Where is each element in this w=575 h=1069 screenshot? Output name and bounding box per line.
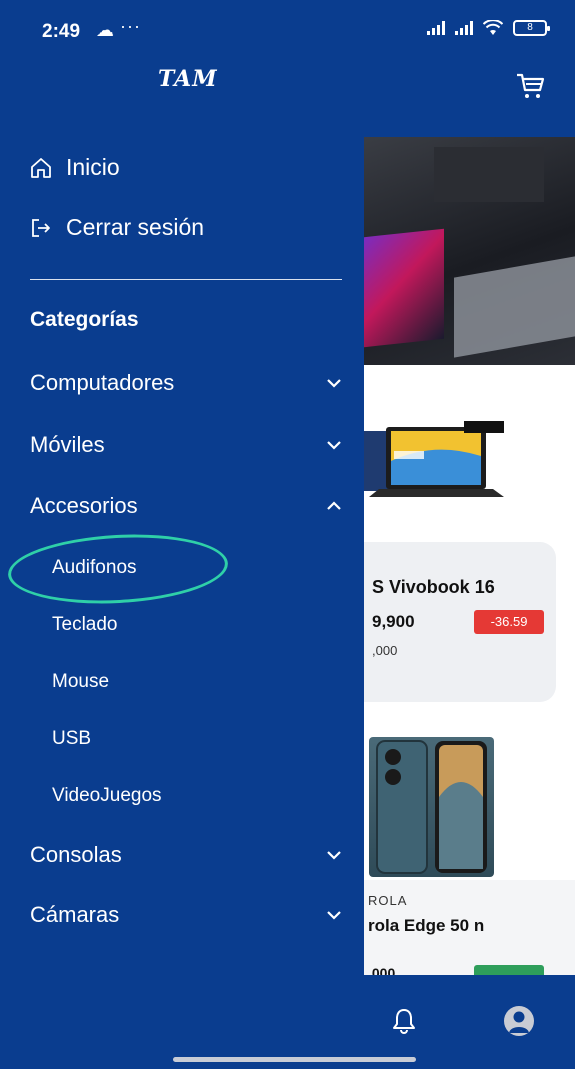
subcategory-mouse[interactable]: Mouse [52,671,109,693]
product-title: S Vivobook 16 [372,577,495,597]
battery-icon: 8 [513,20,550,36]
discount-badge: -36.59 [474,610,544,634]
category-label: Cámaras [30,902,120,927]
menu-item-label: Cerrar sesión [66,214,205,240]
category-camaras[interactable]: Cámaras [30,902,342,928]
category-consolas[interactable]: Consolas [30,842,342,868]
status-icons: 8 [427,20,550,36]
status-dots: ··· [120,16,141,36]
logout-icon [32,218,50,237]
menu-item-label: Inicio [66,154,120,180]
product-title: rola Edge 50 n [368,916,485,935]
category-label: Consolas [30,842,122,867]
category-label: Móviles [30,432,105,457]
profile-icon[interactable] [504,1006,534,1036]
category-label: Accesorios [30,493,138,518]
chevron-down-icon [327,441,341,450]
app-logo[interactable]: TAM [158,66,218,92]
hero-banner-image[interactable] [364,137,575,365]
product-old-price: ,000 [372,643,398,658]
product-brand: ROLA [368,893,408,908]
home-indicator[interactable] [173,1057,416,1062]
signal-icon [427,21,445,35]
divider [30,279,342,280]
status-bar: 2:49 ☁ ··· 8 [0,0,575,62]
category-accesorios[interactable]: Accesorios [30,493,342,519]
status-time: 2:49 [42,21,81,42]
chevron-down-icon [327,379,341,388]
navigation-drawer: Inicio Cerrar sesión Categorías Computad… [0,137,364,975]
bottom-navigation [0,975,575,1069]
category-label: Computadores [30,370,175,395]
category-moviles[interactable]: Móviles [30,432,342,458]
phone-product-image[interactable] [369,737,494,877]
wifi-icon [483,20,503,35]
category-computadores[interactable]: Computadores [30,370,342,396]
menu-item-inicio[interactable]: Inicio [30,154,120,181]
menu-item-cerrar-sesion[interactable]: Cerrar sesión [30,214,204,241]
subcategory-teclado[interactable]: Teclado [52,614,118,636]
cloud-icon: ☁ [96,20,114,40]
laptop-product-image[interactable] [364,421,509,511]
subcategory-videojuegos[interactable]: VideoJuegos [52,785,162,807]
subcategory-usb[interactable]: USB [52,728,91,750]
signal-icon-2 [455,21,473,35]
chevron-down-icon [327,851,341,860]
chevron-up-icon [327,501,341,510]
subcategory-audifonos[interactable]: Audifonos [52,557,137,579]
chevron-down-icon [327,911,341,920]
discount-badge [474,965,544,975]
product-price: 9,900 [372,612,415,631]
bell-icon[interactable] [392,1008,416,1034]
home-icon [31,157,51,178]
screen: 2:49 ☁ ··· 8 TAM S Vivobook 16 9,900 ,00… [0,0,575,1069]
product-price: .000 [368,965,396,975]
main-content: S Vivobook 16 9,900 ,000 -36.59 ROLA rol… [364,137,575,975]
cart-icon[interactable] [515,72,545,100]
categories-heading: Categorías [30,308,139,331]
